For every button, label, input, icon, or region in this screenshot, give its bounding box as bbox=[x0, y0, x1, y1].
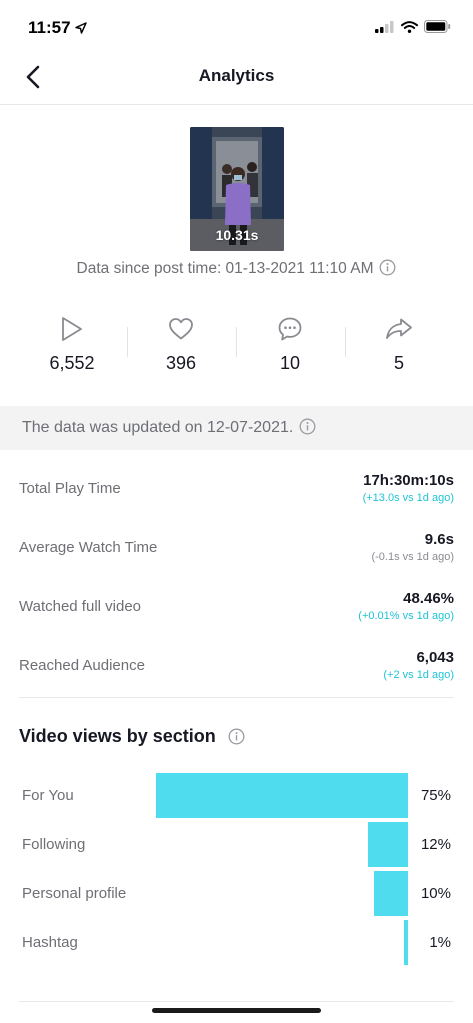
bar bbox=[367, 822, 408, 867]
metric-label: Average Watch Time bbox=[19, 539, 158, 556]
metric-label: Reached Audience bbox=[19, 657, 145, 674]
updated-banner-row: The data was updated on 12-07-2021. bbox=[22, 418, 316, 440]
stat-plays: 6,552 bbox=[22, 315, 122, 374]
video-thumbnail[interactable]: 10.31s bbox=[190, 127, 284, 251]
updated-banner-text: The data was updated on 12-07-2021. bbox=[22, 419, 294, 436]
comment-icon bbox=[278, 317, 302, 341]
data-since-text: Data since post time: 01-13-2021 11:10 A… bbox=[76, 260, 374, 277]
section-divider bbox=[19, 697, 454, 698]
bar-value-label: 75% bbox=[420, 787, 451, 804]
info-icon[interactable] bbox=[228, 728, 245, 750]
info-icon[interactable] bbox=[379, 259, 396, 281]
cellular-signal-icon bbox=[375, 20, 394, 33]
metric-value: 9.6s bbox=[424, 531, 454, 548]
play-icon bbox=[62, 317, 82, 341]
updated-banner: The data was updated on 12-07-2021. bbox=[0, 406, 473, 450]
header-divider bbox=[0, 104, 473, 105]
heart-icon bbox=[169, 318, 193, 340]
battery-icon bbox=[424, 20, 451, 33]
data-since-row: Data since post time: 01-13-2021 11:10 A… bbox=[0, 259, 473, 281]
bottom-divider bbox=[19, 1001, 454, 1002]
metric-delta: (+2 vs 1d ago) bbox=[383, 669, 454, 681]
bar-value-label: 12% bbox=[420, 836, 451, 853]
stat-divider bbox=[345, 327, 346, 357]
metric-label: Watched full video bbox=[19, 598, 142, 615]
wifi-icon bbox=[401, 20, 418, 33]
plays-count: 6,552 bbox=[49, 353, 95, 373]
bar-value-label: 1% bbox=[429, 934, 451, 951]
metric-value: 48.46% bbox=[403, 590, 454, 607]
home-indicator bbox=[152, 1008, 321, 1013]
metric-delta: (+13.0s vs 1d ago) bbox=[362, 492, 454, 504]
status-time-text: 11:57 bbox=[28, 18, 71, 37]
bar bbox=[374, 871, 408, 916]
stat-likes: 396 bbox=[131, 315, 231, 374]
comments-count: 10 bbox=[279, 353, 301, 373]
metric-value: 6,043 bbox=[416, 649, 454, 666]
video-duration: 10.31s bbox=[215, 227, 259, 243]
status-icons bbox=[375, 20, 451, 33]
info-icon[interactable] bbox=[299, 418, 316, 440]
bar-label: Personal profile bbox=[22, 885, 127, 902]
section-title-text: Video views by section bbox=[19, 726, 216, 746]
metric-value: 17h:30m:10s bbox=[363, 472, 454, 489]
bar-label: Hashtag bbox=[22, 934, 78, 951]
section-title: Video views by section bbox=[19, 726, 245, 750]
stat-divider bbox=[127, 327, 128, 357]
page-title: Analytics bbox=[198, 66, 275, 85]
status-time: 11:57 bbox=[28, 18, 87, 38]
bar bbox=[156, 773, 408, 818]
stat-divider bbox=[236, 327, 237, 357]
shares-count: 5 bbox=[393, 353, 404, 373]
bar-label: For You bbox=[22, 787, 74, 804]
metric-delta: (-0.1s vs 1d ago) bbox=[371, 551, 454, 563]
bar-label: Following bbox=[22, 836, 86, 853]
bar bbox=[404, 920, 408, 965]
metric-delta: (+0.01% vs 1d ago) bbox=[358, 610, 454, 622]
stat-comments: 10 bbox=[240, 315, 340, 374]
bar-value-label: 10% bbox=[420, 885, 451, 902]
likes-count: 396 bbox=[165, 353, 197, 373]
location-arrow-icon bbox=[74, 22, 87, 34]
stat-shares: 5 bbox=[349, 315, 449, 374]
metric-label: Total Play Time bbox=[19, 480, 121, 497]
share-icon bbox=[386, 318, 412, 339]
